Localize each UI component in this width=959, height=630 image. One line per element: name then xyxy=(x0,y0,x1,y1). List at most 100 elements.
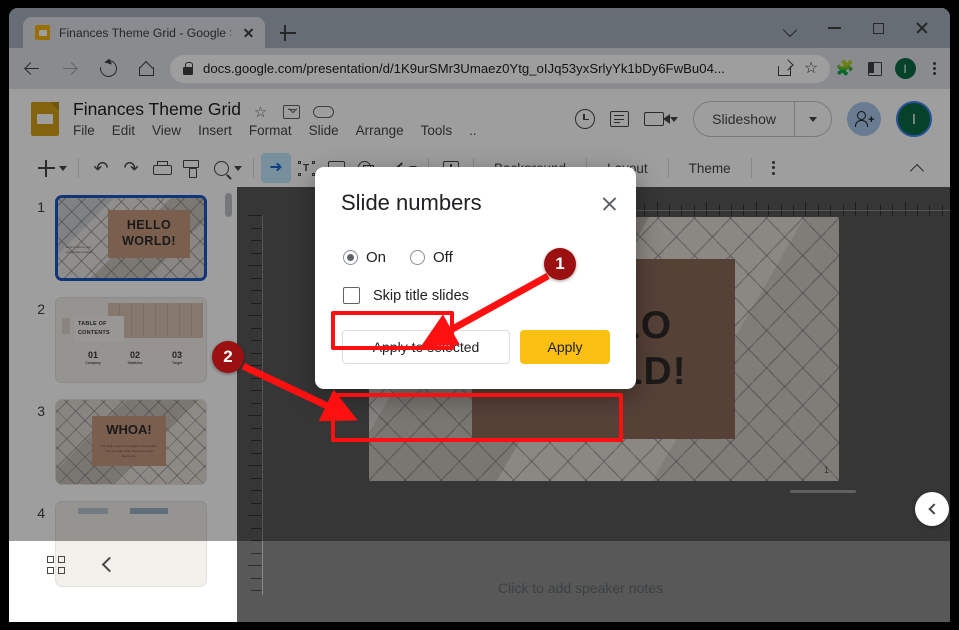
version-history-icon[interactable] xyxy=(575,109,596,129)
undo-button[interactable]: ↶ xyxy=(86,153,116,183)
apply-to-selected-button[interactable]: Apply to selected xyxy=(342,330,510,364)
profile-avatar: I xyxy=(894,58,916,79)
slide-thumbnail-2[interactable]: TABLE OF CONTENTS 01 Company 02 Statisti… xyxy=(55,297,207,383)
collapse-left-icon[interactable] xyxy=(99,555,117,573)
share-link-button[interactable] xyxy=(772,56,798,82)
extensions-button[interactable]: 🧩 xyxy=(830,54,860,84)
account-avatar[interactable]: I xyxy=(896,101,932,137)
list-item[interactable]: 2 TABLE OF CONTENTS 01 Company 02 Statis… xyxy=(27,297,207,383)
arrow-left-icon xyxy=(24,61,40,77)
skip-title-slides-row[interactable]: Skip title slides xyxy=(343,287,469,304)
tab-search-button[interactable] xyxy=(768,11,812,45)
notes-resize-handle[interactable] xyxy=(790,490,856,493)
reload-button[interactable] xyxy=(93,54,123,84)
comment-icon[interactable] xyxy=(610,111,630,127)
slideshow-button[interactable]: Slideshow xyxy=(693,101,832,137)
document-title[interactable]: Finances Theme Grid xyxy=(73,99,241,120)
paint-format-icon xyxy=(183,160,199,178)
tab-title: Finances Theme Grid - Google Sli xyxy=(59,25,231,40)
zoom-button[interactable] xyxy=(206,153,236,183)
cloud-saved-icon[interactable] xyxy=(313,102,334,121)
collapse-toolbar-icon[interactable] xyxy=(911,162,924,175)
meet-camera-icon xyxy=(644,112,671,126)
col-label: Statistics xyxy=(127,361,143,365)
slides-favicon-icon xyxy=(35,25,50,40)
col-number: 03 xyxy=(171,350,182,360)
apply-button[interactable]: Apply xyxy=(520,330,610,364)
divider xyxy=(750,158,752,178)
back-button[interactable] xyxy=(17,54,47,84)
theme-button[interactable]: Theme xyxy=(676,153,744,183)
slideshow-dropdown-button[interactable] xyxy=(795,116,831,122)
radio-off-label[interactable]: Off xyxy=(433,249,453,266)
thumb-line-2: CONTENTS xyxy=(78,329,110,336)
profile-button[interactable]: I xyxy=(890,54,920,84)
slide-thumbnail-3[interactable]: WHOA! This slide is perfect to begin a n… xyxy=(55,399,207,485)
bookmark-button[interactable]: ☆ xyxy=(798,56,824,82)
select-tool-button[interactable]: ➜ xyxy=(261,153,291,183)
filmstrip-scrollbar[interactable] xyxy=(225,193,232,217)
list-item[interactable]: 4 xyxy=(27,501,207,587)
close-icon[interactable] xyxy=(601,195,618,212)
new-tab-button[interactable] xyxy=(277,22,299,44)
open-side-panel-icon[interactable] xyxy=(915,492,949,526)
tab-close-icon[interactable] xyxy=(240,24,257,41)
maximize-button[interactable] xyxy=(856,11,900,45)
print-button[interactable] xyxy=(146,153,176,183)
home-button[interactable] xyxy=(131,54,161,84)
forward-button[interactable] xyxy=(55,54,85,84)
list-item[interactable]: 1 HELLO WORLD! Here is where your presen… xyxy=(27,195,207,281)
menu-slide[interactable]: Slide xyxy=(309,123,339,138)
thumb-line-2: WORLD! xyxy=(122,234,176,248)
radio-on[interactable] xyxy=(343,250,358,265)
toolbar-more-button[interactable] xyxy=(759,153,789,183)
slide-thumbnail-4[interactable] xyxy=(55,501,207,587)
new-slide-button[interactable] xyxy=(31,153,61,183)
grid-view-icon[interactable] xyxy=(47,556,65,574)
bookmark-star-icon: ☆ xyxy=(803,59,819,77)
browser-tab[interactable]: Finances Theme Grid - Google Sli xyxy=(23,17,265,48)
person-add-icon: + xyxy=(854,111,875,127)
side-panel-icon xyxy=(868,61,882,76)
side-panel-button[interactable] xyxy=(860,54,890,84)
radio-off[interactable] xyxy=(410,250,426,265)
paint-format-button[interactable] xyxy=(176,153,206,183)
thumb-col: 01 Company xyxy=(76,350,110,365)
divider xyxy=(667,158,669,178)
vertical-ruler xyxy=(245,211,263,601)
redo-button[interactable]: ↷ xyxy=(116,153,146,183)
divider xyxy=(253,158,254,178)
menu-file[interactable]: File xyxy=(73,123,95,138)
header-actions: Slideshow + I xyxy=(575,101,932,137)
menu-insert[interactable]: Insert xyxy=(198,123,232,138)
menu-more[interactable]: .. xyxy=(469,123,477,138)
radio-on-label[interactable]: On xyxy=(366,249,386,266)
skip-title-slides-checkbox[interactable] xyxy=(343,287,360,304)
slide-thumbnail-1[interactable]: HELLO WORLD! Here is where your presenta… xyxy=(55,195,207,281)
meet-button[interactable] xyxy=(644,112,679,126)
slide-page-number: 1 xyxy=(823,465,829,475)
list-item[interactable]: 3 WHOA! This slide is perfect to begin a… xyxy=(27,399,207,485)
thumb-line-1: HELLO xyxy=(126,218,172,233)
thumbnail-title: WHOA! xyxy=(106,422,152,437)
text-box-icon: T xyxy=(297,160,315,176)
menu-format[interactable]: Format xyxy=(249,123,292,138)
move-to-folder-icon[interactable] xyxy=(282,102,301,121)
thumbnail-title: HELLO WORLD! xyxy=(108,210,190,258)
chrome-menu-button[interactable] xyxy=(920,54,950,84)
close-window-button[interactable] xyxy=(900,11,944,45)
more-options-icon xyxy=(771,160,776,176)
speaker-notes-area[interactable]: Click to add speaker notes xyxy=(465,560,950,622)
thumb-line-1: TABLE OF xyxy=(78,321,107,327)
menu-edit[interactable]: Edit xyxy=(112,123,135,138)
star-icon[interactable]: ☆ xyxy=(251,102,270,121)
slide-filmstrip: 1 HELLO WORLD! Here is where your presen… xyxy=(9,187,237,622)
menu-arrange[interactable]: Arrange xyxy=(356,123,404,138)
menu-view[interactable]: View xyxy=(152,123,181,138)
share-button[interactable]: + xyxy=(847,102,881,136)
address-bar[interactable]: docs.google.com/presentation/d/1K9urSMr3… xyxy=(170,54,830,83)
screenshot-root: Finances Theme Grid - Google Sli docs.go… xyxy=(0,0,959,630)
chrome-menu-icon xyxy=(933,61,937,77)
minimize-button[interactable] xyxy=(812,11,856,45)
menu-tools[interactable]: Tools xyxy=(421,123,453,138)
